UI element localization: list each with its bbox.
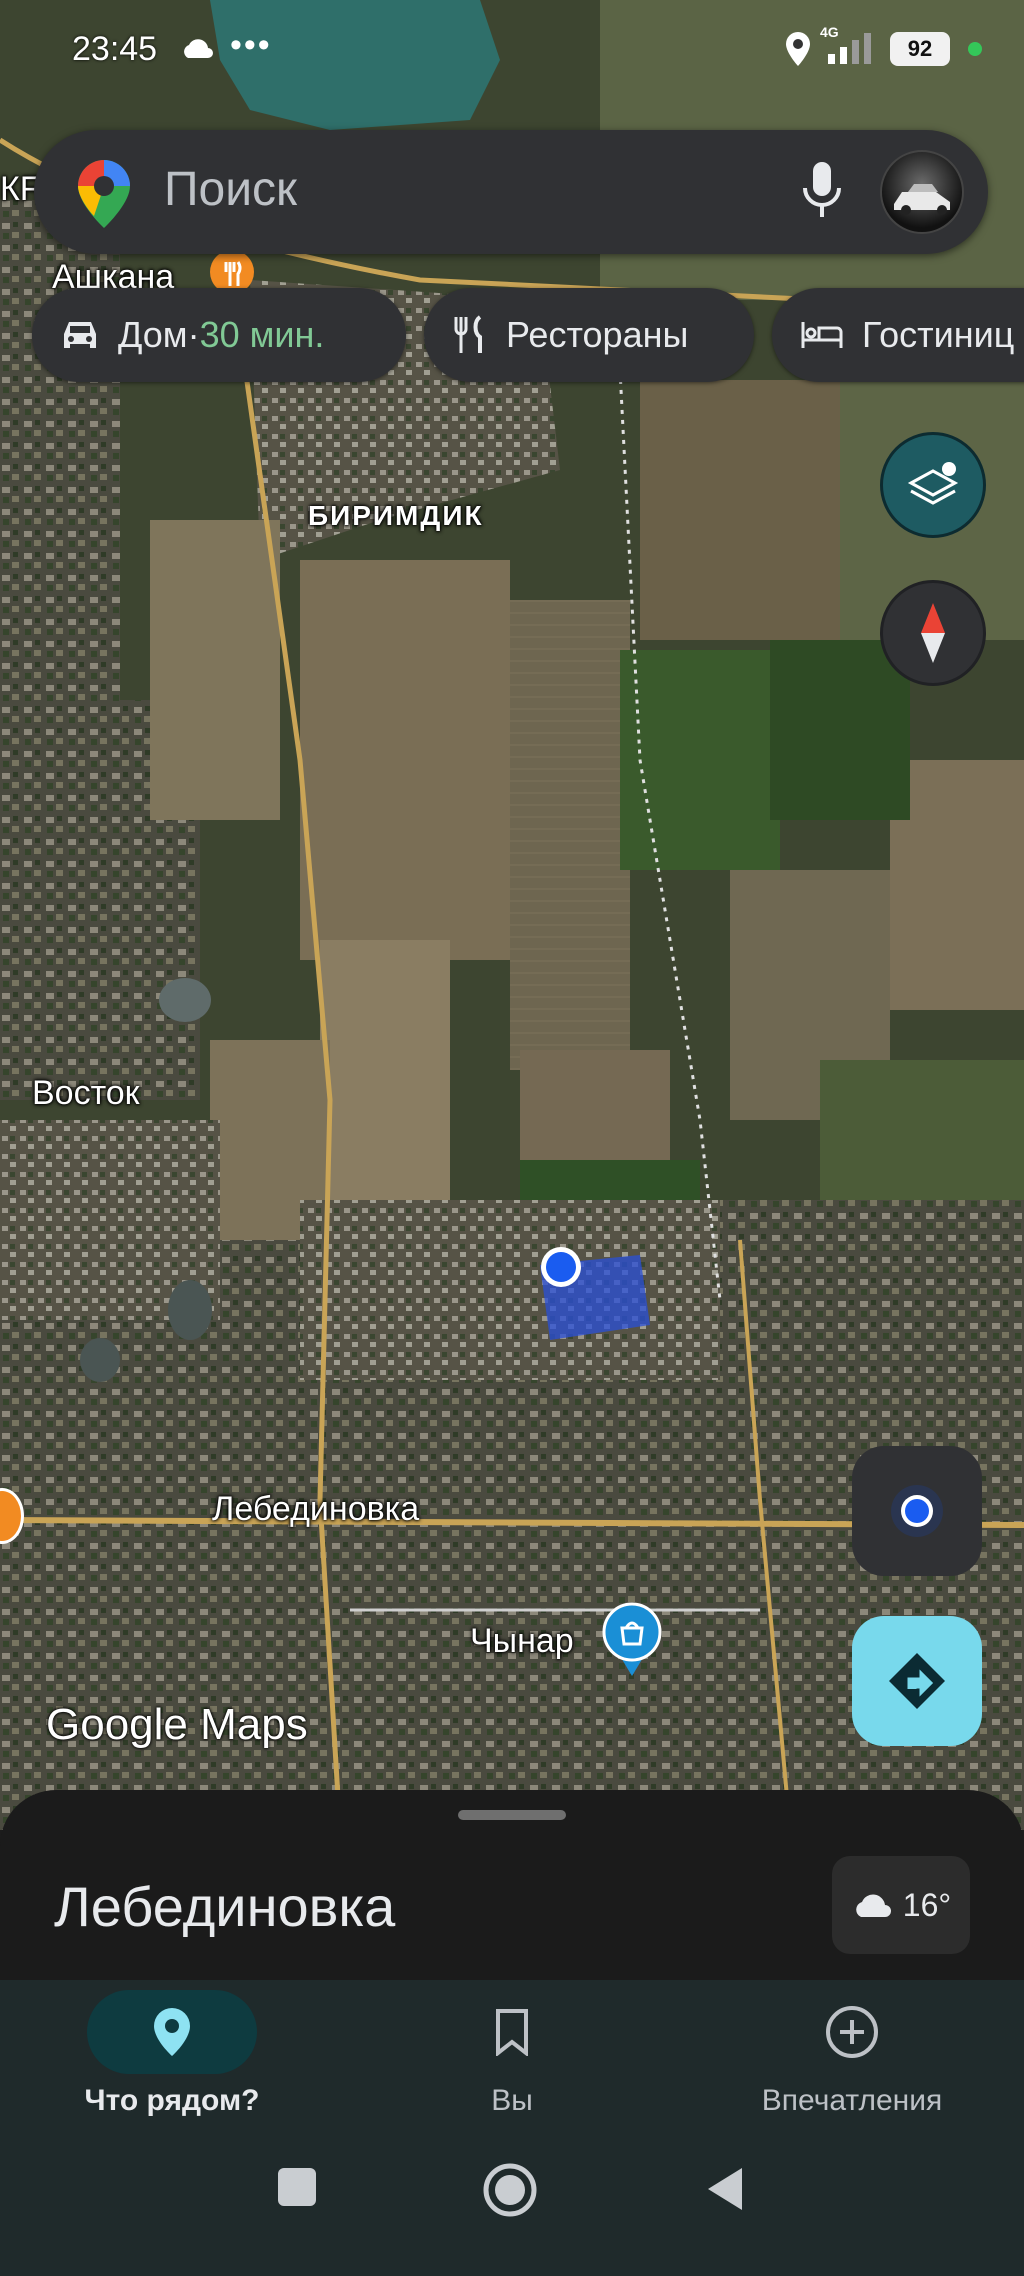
place-title: Лебединовка [54, 1875, 396, 1938]
map-label-birimdik[interactable]: БИРИМДИК [308, 500, 484, 532]
status-time: 23:45 [72, 30, 158, 68]
nav-tab-explore-label: Что рядом? [84, 2084, 260, 2117]
signal-icon [828, 33, 871, 64]
chip-hotels-label: Гостиниц [862, 314, 1015, 355]
directions-icon [889, 1653, 945, 1709]
profile-car-photo-icon [894, 184, 950, 215]
pin-icon [154, 2008, 190, 2056]
map-label-vostok[interactable]: Восток [32, 1074, 140, 1113]
bookmark-icon [496, 2009, 528, 2056]
microphone-icon[interactable] [800, 160, 844, 222]
cloud-icon [184, 39, 213, 58]
layers-button[interactable] [880, 432, 986, 538]
chip-home-label: Дом [118, 314, 188, 355]
layers-icon [907, 462, 959, 505]
avatar[interactable] [880, 150, 964, 234]
home-icon[interactable] [482, 2162, 538, 2218]
nav-tab-you[interactable]: Вы [362, 1980, 662, 2120]
chip-restaurants[interactable]: Рестораны [424, 288, 754, 382]
status-more-icon: ••• [230, 26, 272, 64]
map-label-chynar[interactable]: Чынар [470, 1622, 574, 1661]
recents-icon[interactable] [276, 2166, 318, 2208]
plus-circle-icon [826, 2006, 878, 2058]
weather-chip[interactable]: 16° [832, 1856, 970, 1954]
map-label-lebedinovka[interactable]: Лебединовка [212, 1490, 419, 1529]
weather-temperature: 16° [902, 1886, 952, 1923]
chip-home-eta: 30 мин. [199, 314, 325, 355]
chip-home-separator: · [187, 314, 200, 355]
directions-button[interactable] [852, 1616, 982, 1746]
nav-tab-explore[interactable]: Что рядом? [22, 1980, 322, 2120]
nav-tab-contribute-label: Впечатления [761, 2084, 943, 2117]
fork-knife-icon [454, 315, 482, 353]
chip-home[interactable]: Дом · 30 мин. [32, 288, 406, 382]
shopping-marker-icon[interactable] [598, 1600, 666, 1678]
system-navigation-bar [0, 2120, 1024, 2276]
compass-button[interactable] [880, 580, 986, 686]
google-maps-logo: Google Maps [46, 1700, 308, 1749]
search-input[interactable]: Поиск [164, 162, 297, 217]
compass-icon [921, 603, 945, 663]
bed-icon [801, 322, 843, 348]
location-icon [786, 32, 810, 66]
my-location-button[interactable] [852, 1446, 982, 1576]
google-maps-pin-icon [78, 160, 130, 228]
battery-level: 92 [890, 32, 950, 66]
car-icon [64, 322, 96, 348]
privacy-indicator-dot [968, 42, 982, 56]
search-bar[interactable]: Поиск [34, 130, 988, 254]
bottom-sheet[interactable]: Лебединовка 16° [0, 1790, 1024, 1980]
cloud-icon [856, 1894, 891, 1917]
bottom-navigation: Что рядом? Вы Впечатления [0, 1980, 1024, 2120]
sheet-drag-handle[interactable] [458, 1810, 566, 1820]
nav-tab-you-label: Вы [491, 2084, 533, 2117]
chip-restaurants-label: Рестораны [506, 314, 689, 355]
chip-hotels[interactable]: Гостиниц [772, 288, 1024, 382]
nav-tab-contribute[interactable]: Впечатления [702, 1980, 1002, 2120]
status-bar: 23:45 ••• 4G 92 [0, 0, 1024, 100]
current-location-dot [541, 1247, 581, 1287]
back-icon[interactable] [704, 2166, 746, 2212]
my-location-icon [891, 1485, 943, 1537]
